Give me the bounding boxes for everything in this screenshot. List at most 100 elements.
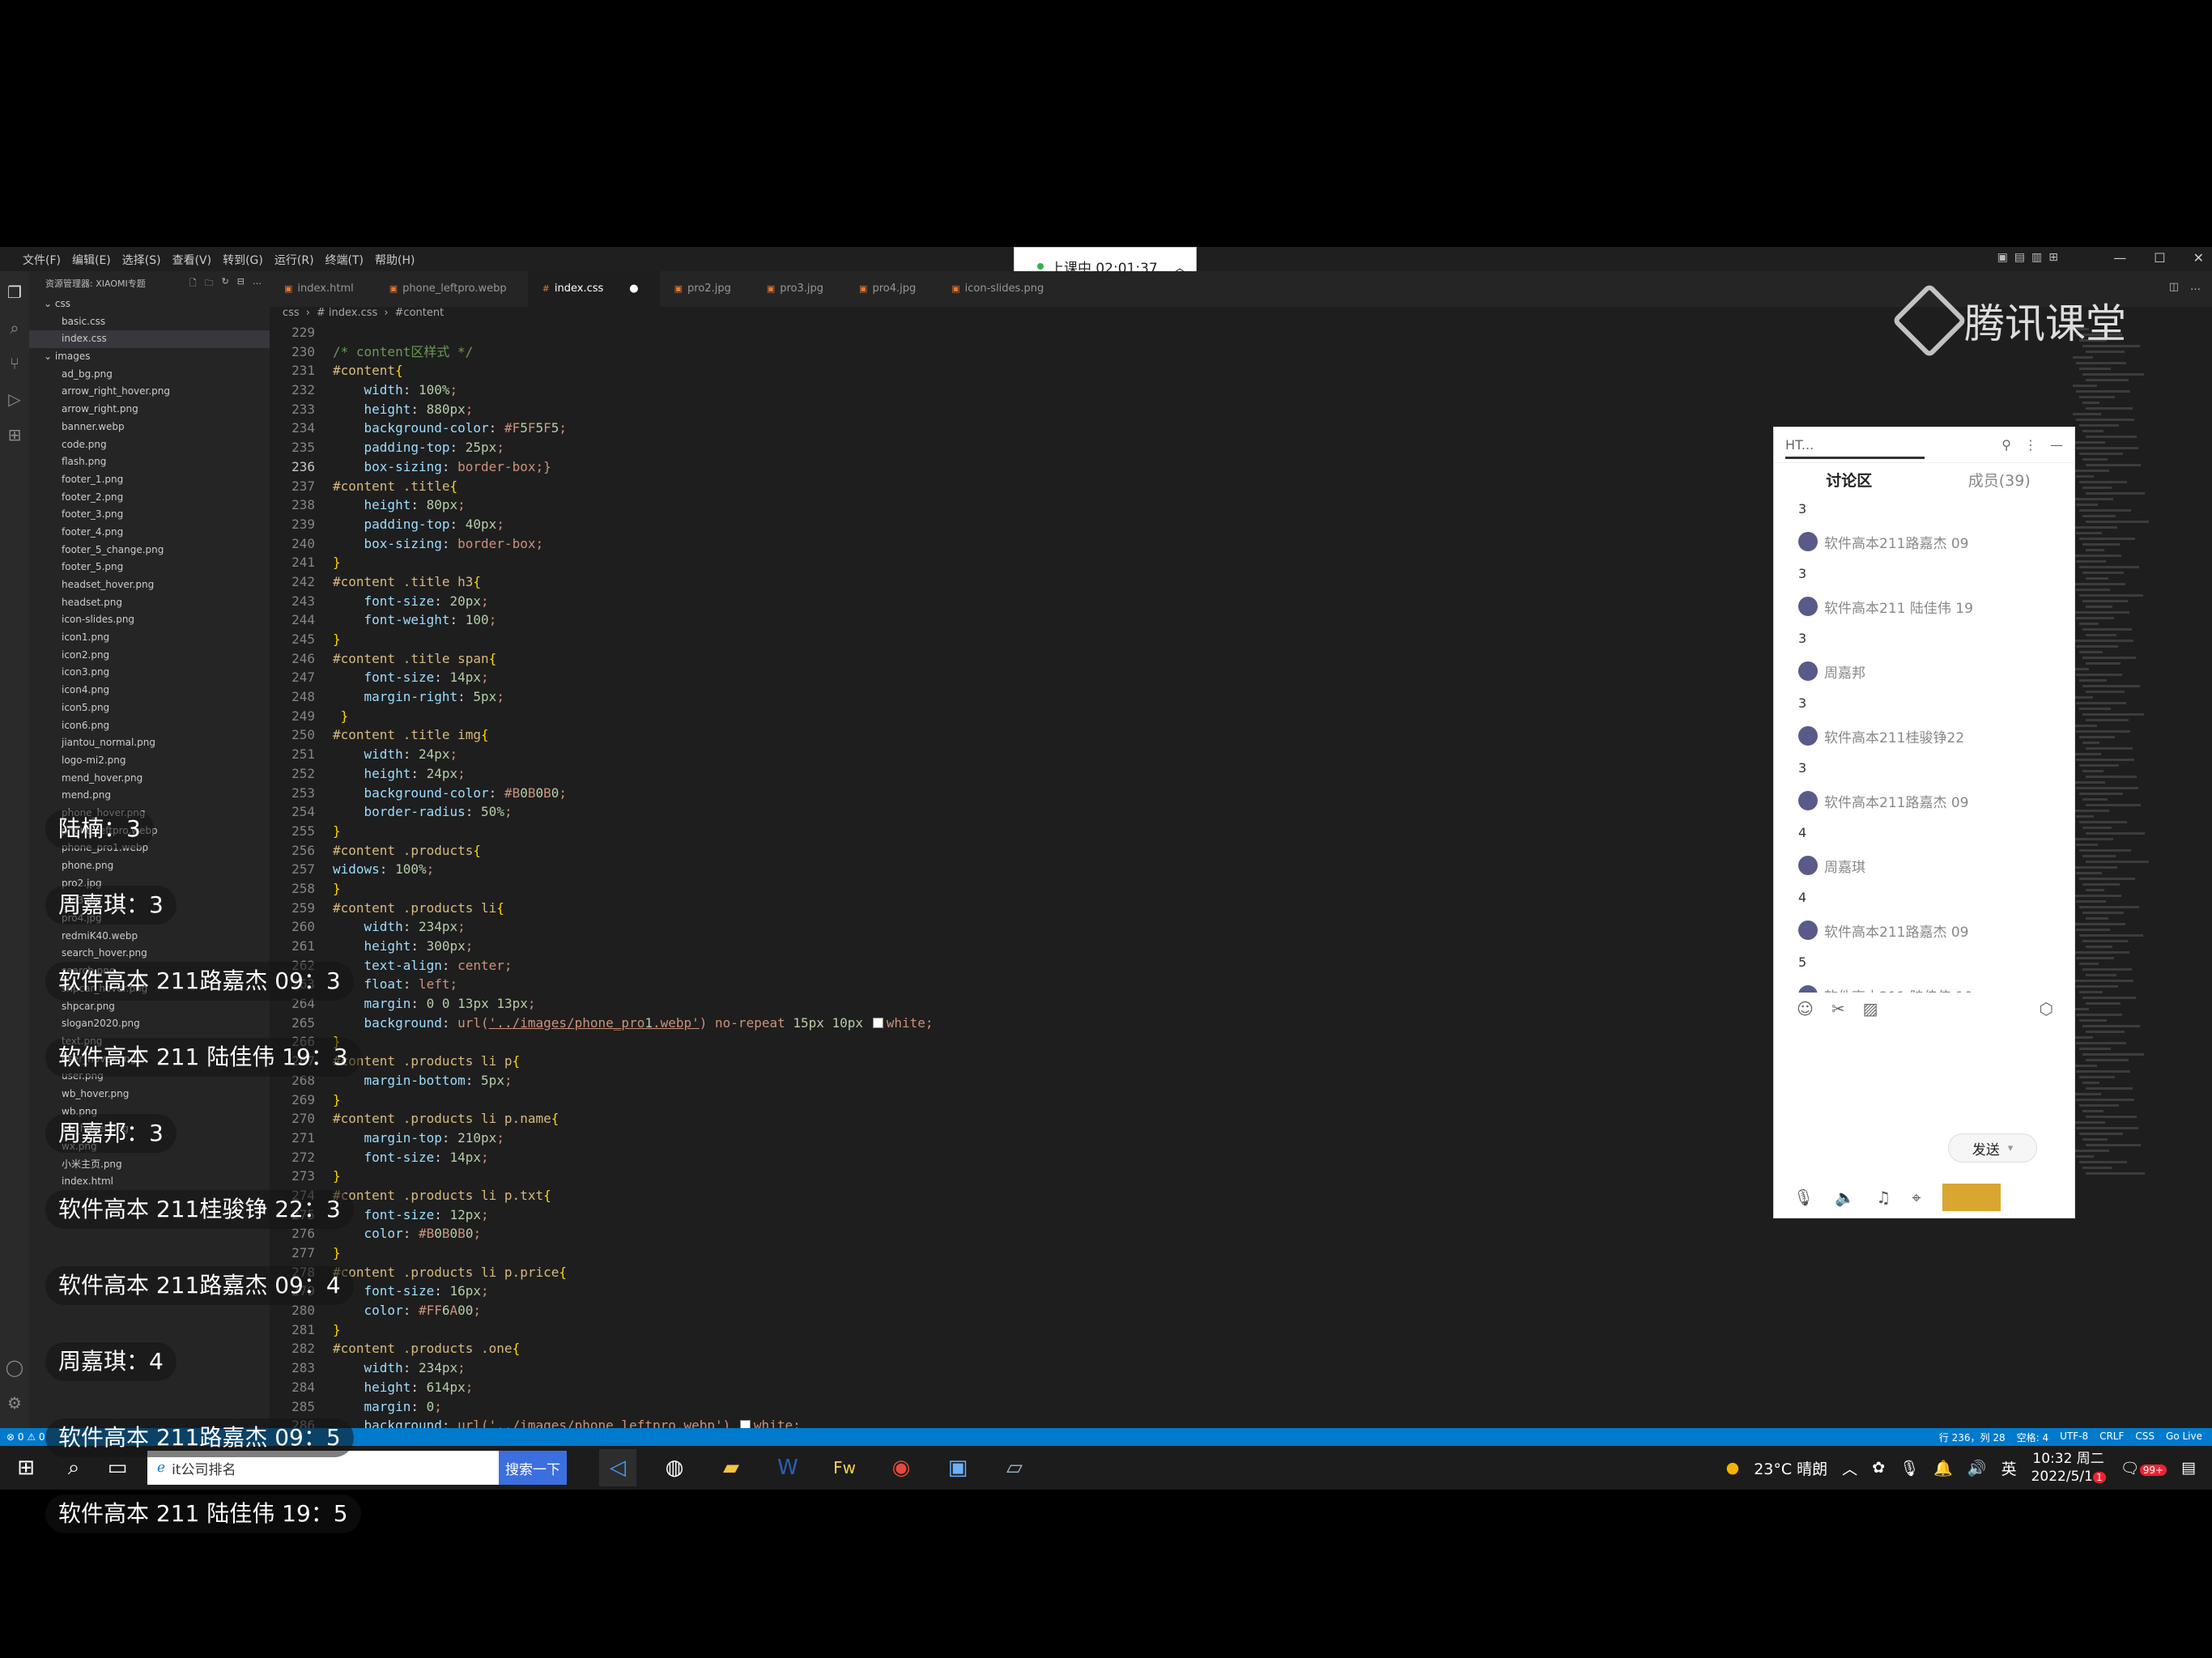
status-item[interactable]: CSS	[2135, 1431, 2155, 1444]
file-item[interactable]: icon4.png	[29, 682, 270, 699]
editor-tab[interactable]: ▣ index.html	[270, 271, 375, 307]
file-item[interactable]: wx_hover.png	[29, 1120, 270, 1138]
file-item[interactable]: icon-slides.png	[29, 611, 270, 629]
file-item[interactable]: headset.png	[29, 594, 270, 612]
bell-icon[interactable]: 🔔	[1933, 1459, 1953, 1477]
editor-tab[interactable]: ▣ icon-slides.png	[937, 271, 1065, 307]
ime-indicator[interactable]: 英	[2001, 1457, 2017, 1479]
file-item[interactable]: basic.css	[29, 313, 270, 331]
editor-tab[interactable]: ▣ pro4.jpg	[844, 271, 937, 307]
tencent-classroom-icon[interactable]: ▣	[939, 1449, 976, 1486]
menu-item[interactable]: 文件(F)	[23, 252, 61, 268]
file-item[interactable]: icon1.png	[29, 629, 270, 647]
status-item[interactable]: CRLF	[2099, 1431, 2124, 1444]
search-icon[interactable]: ⌕	[5, 318, 24, 338]
file-item[interactable]: footer_4.png	[29, 524, 270, 542]
file-item[interactable]: 小米主页.png	[29, 1156, 270, 1174]
file-item[interactable]: footer_5.png	[29, 559, 270, 576]
microphone-icon[interactable]: 🎙	[1899, 1459, 1919, 1477]
file-item[interactable]: icon3.png	[29, 664, 270, 682]
notepad-icon[interactable]: ▱	[996, 1449, 1033, 1486]
minimize-icon[interactable]: —	[2050, 437, 2063, 453]
windows-start-icon[interactable]: ⊞	[0, 1456, 52, 1480]
file-item[interactable]: phone_pro1.webp	[29, 840, 270, 857]
file-item[interactable]: icon6.png	[29, 717, 270, 735]
file-item[interactable]: slogan2020.png	[29, 1015, 270, 1033]
file-item[interactable]: arrow_right_hover.png	[29, 383, 270, 401]
editor-tab[interactable]: ▣ pro3.jpg	[752, 271, 844, 307]
breadcrumb-item[interactable]: #content	[395, 307, 445, 323]
file-item[interactable]: search.png	[29, 963, 270, 980]
problems-indicator[interactable]: ⊗ 0 ⚠ 0	[0, 1431, 45, 1443]
weather-text[interactable]: 23°C 晴朗	[1754, 1457, 1827, 1479]
new-file-icon[interactable]: 🗋	[189, 276, 197, 291]
toggle-secondary-sidebar-icon[interactable]: ▥	[2031, 251, 2042, 264]
file-item[interactable]: logo-mi2.png	[29, 752, 270, 770]
chevron-down-icon[interactable]: ▾	[2008, 1142, 2014, 1154]
avatar[interactable]	[1798, 532, 1818, 551]
minimap[interactable]	[2073, 328, 2194, 1218]
file-item[interactable]: footer_3.png	[29, 506, 270, 524]
avatar[interactable]	[1798, 985, 1818, 993]
tab-discussion[interactable]: 讨论区	[1774, 469, 1925, 491]
more-icon[interactable]: …	[253, 276, 262, 291]
file-item[interactable]: text.png	[29, 1033, 270, 1051]
speaker-icon[interactable]: 🔈	[1835, 1188, 1855, 1207]
file-item[interactable]: wb_hover.png	[29, 1086, 270, 1103]
microphone-icon[interactable]: 🎙	[1793, 1188, 1814, 1207]
message-list[interactable]: 3 软件高本211路嘉杰 09 3 软件高本211 陆佳伟 19 3 周嘉邦 3 软件高本21…	[1774, 495, 2074, 993]
file-item[interactable]: user_hover.png	[29, 1051, 270, 1069]
menu-item[interactable]: 转到(G)	[223, 252, 263, 268]
music-icon[interactable]: ♫	[1876, 1188, 1891, 1207]
avatar[interactable]	[1798, 597, 1818, 616]
file-explorer-icon[interactable]: ▰	[713, 1449, 750, 1486]
tab-members[interactable]: 成员(39)	[1925, 469, 2075, 491]
word-icon[interactable]: W	[769, 1449, 806, 1486]
file-item[interactable]: flash.png	[29, 453, 270, 471]
file-item[interactable]: mend_hover.png	[29, 770, 270, 788]
file-item[interactable]: redmiK40.webp	[29, 928, 270, 946]
maximize-button[interactable]: ☐	[2154, 250, 2165, 266]
file-item[interactable]: mend.png	[29, 787, 270, 805]
avatar[interactable]	[1798, 791, 1818, 810]
menu-item[interactable]: 终端(T)	[325, 252, 364, 268]
menu-item[interactable]: 帮助(H)	[375, 252, 415, 268]
send-button[interactable]: 发送 ▾	[1948, 1133, 2037, 1163]
menu-item[interactable]: 查看(V)	[172, 252, 212, 268]
breadcrumb-item[interactable]: # index.css	[317, 307, 377, 323]
task-view-icon[interactable]: ▭	[99, 1449, 136, 1486]
folder-item[interactable]: ⌄ images	[29, 348, 270, 366]
status-item[interactable]: UTF-8	[2060, 1431, 2088, 1444]
file-item[interactable]: phone_leftpro.webp	[29, 823, 270, 840]
file-item[interactable]: icon2.png	[29, 647, 270, 665]
avatar[interactable]	[1798, 920, 1818, 940]
editor-tab[interactable]: ▣ phone_leftpro.webp	[375, 271, 528, 307]
file-item[interactable]: wx.png	[29, 1138, 270, 1156]
emoji-icon[interactable]: ☺	[1797, 999, 1814, 1018]
avatar[interactable]	[1798, 726, 1818, 746]
fireworks-icon[interactable]: Fw	[826, 1449, 863, 1486]
taskbar-search-input[interactable]: ℯ it公司排名	[147, 1451, 499, 1485]
file-item[interactable]: phone.png	[29, 857, 270, 875]
refresh-icon[interactable]: ↻	[222, 276, 229, 291]
unsaved-dot-icon[interactable]: ●	[629, 283, 638, 295]
file-item[interactable]: pro3.jpg	[29, 892, 270, 910]
app-icon[interactable]: ◍	[656, 1449, 693, 1486]
action-center-icon[interactable]: ▤	[2181, 1459, 2196, 1477]
file-item[interactable]: banner.webp	[29, 419, 270, 436]
editor-tab[interactable]: ▣ pro2.jpg	[660, 271, 752, 307]
file-item[interactable]: footer_1.png	[29, 471, 270, 489]
file-item[interactable]: footer_2.png	[29, 489, 270, 507]
editor-tab[interactable]: # index.css ●	[527, 271, 660, 307]
toggle-panel-icon[interactable]: ▤	[2014, 251, 2025, 264]
more-actions-icon[interactable]: …	[2190, 281, 2201, 307]
file-item[interactable]: shpcar.png	[29, 998, 270, 1016]
vscode-icon[interactable]: ◁	[599, 1449, 636, 1486]
file-item[interactable]: code.png	[29, 436, 270, 454]
status-item[interactable]: 空格: 4	[2017, 1431, 2049, 1444]
close-button[interactable]: ✕	[2193, 250, 2204, 266]
clock[interactable]: 10:32 周二 2022/5/1 1	[2031, 1450, 2106, 1486]
collapse-all-icon[interactable]: ⊟	[237, 276, 245, 291]
menu-item[interactable]: 选择(S)	[122, 252, 161, 268]
minimize-button[interactable]: —	[2113, 250, 2126, 266]
